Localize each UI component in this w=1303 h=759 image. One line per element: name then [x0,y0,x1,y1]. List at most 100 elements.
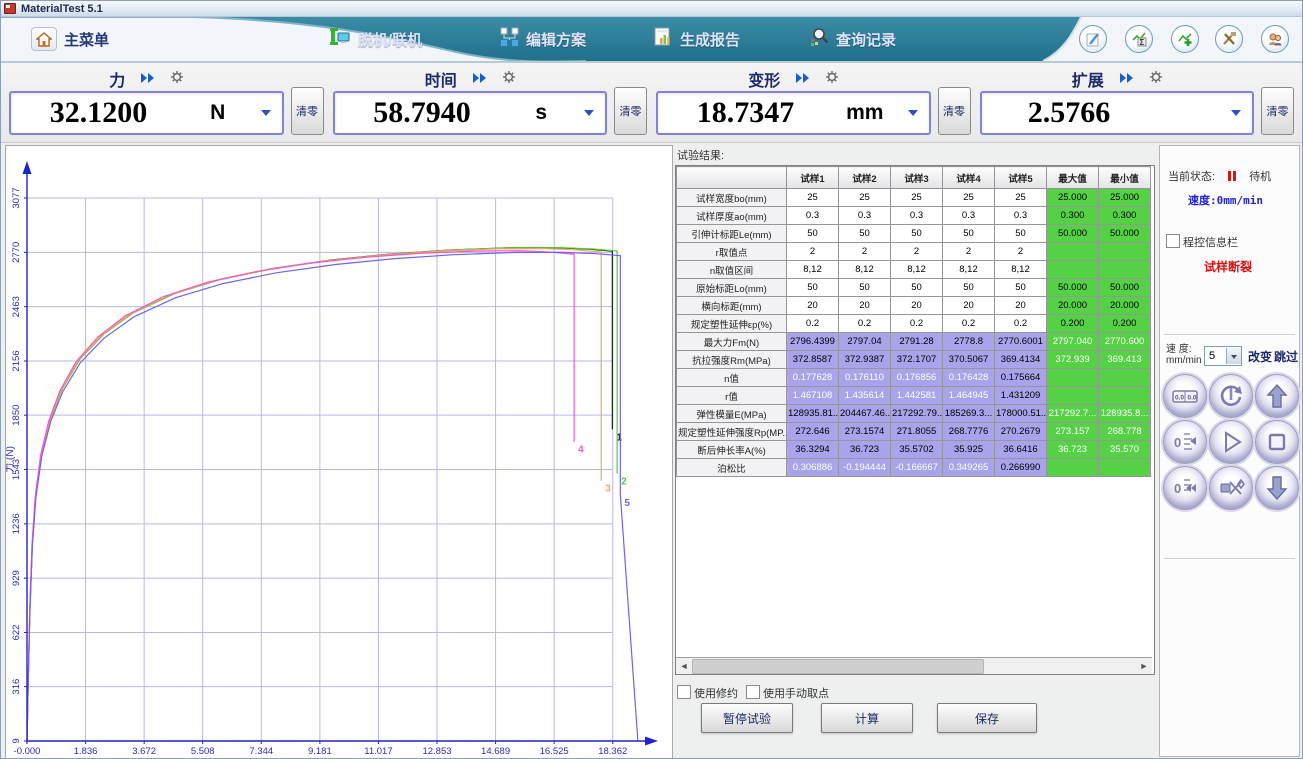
fast-forward-icon[interactable] [473,70,487,88]
stop-button[interactable] [1255,420,1299,464]
specimen-break-alert: 试样断裂 [1204,258,1252,275]
row-label: 原始标距Lo(mm) [677,279,787,297]
speed-select-value: 5 [1205,350,1226,362]
counter-reset-button[interactable]: 0.00.0 [1163,374,1207,418]
row-label: r值 [677,387,787,405]
cycle-return-button[interactable] [1209,374,1253,418]
curve-label: 3 [605,484,611,495]
deformation-unit-dropdown[interactable] [905,106,921,120]
skip-button[interactable]: 跳过 [1274,348,1298,365]
pause-test-button[interactable]: 暂停试验 [701,703,793,733]
add-data-icon[interactable] [1171,25,1199,53]
extension-unit-dropdown[interactable] [1228,106,1244,120]
table-row: 断后伸长率A(%)36.329436.72335.570235.92536.64… [677,441,1151,459]
value-cell: 178000.51... [995,405,1047,423]
row-label: r取值点 [677,243,787,261]
speed-select[interactable]: 5 [1204,346,1242,366]
min-cell: 35.570 [1099,441,1151,459]
users-icon[interactable] [1261,25,1289,53]
menu-query-records[interactable]: 查询记录 [809,17,896,61]
menu-online-offline[interactable]: 脱机/联机 [329,17,422,61]
svg-text:1850: 1850 [11,405,22,426]
value-cell: 1.442581 [891,387,943,405]
change-speed-button[interactable]: 改变 [1248,348,1272,365]
menu-main[interactable]: 主菜单 [31,17,109,61]
use-manual-point-label: 使用手动取点 [763,688,829,700]
force-clear-button[interactable]: 清零 [291,87,324,135]
value-cell: 35.925 [943,441,995,459]
max-cell [1047,243,1099,261]
scrollbar-thumb[interactable] [692,659,984,674]
extension-clear-button[interactable]: 清零 [1261,87,1294,135]
fast-forward-icon[interactable] [796,70,810,88]
deformation-clear-button[interactable]: 清零 [938,87,971,135]
table-header-row: 试样1试样2试样3试样4试样5最大值最小值 [677,167,1151,189]
min-cell: 2770.600 [1099,333,1151,351]
menu-generate-report[interactable]: 生成报告 [653,17,740,61]
table-row: r值1.4671081.4356141.4425811.4649451.4312… [677,387,1151,405]
column-header[interactable]: 试样5 [995,167,1047,189]
gear-icon[interactable] [171,70,183,88]
jog-up-button[interactable] [1255,374,1299,418]
column-header[interactable] [677,167,787,189]
value-cell: 0.176110 [839,369,891,387]
horizontal-scrollbar[interactable]: ◄ ► [676,657,1152,674]
statistics-sigma-icon[interactable]: Σ [1125,25,1153,53]
row-label: n取值区间 [677,261,787,279]
gear-icon[interactable] [826,70,838,88]
break-clamp-button[interactable] [1209,466,1253,510]
scroll-right-icon[interactable]: ► [1136,659,1152,674]
meter-force: 力 32.1200 N 清零 [9,68,324,135]
max-cell [1047,459,1099,477]
menu-online-offline-label: 脱机/联机 [358,29,422,50]
report-doc-icon [653,27,673,52]
column-header[interactable]: 试样2 [839,167,891,189]
fast-forward-icon[interactable] [1120,70,1134,88]
zero-position-button[interactable]: 0 [1163,420,1207,464]
scroll-left-icon[interactable]: ◄ [676,659,692,674]
min-cell: 50.000 [1099,279,1151,297]
edit-pencil-icon[interactable] [1079,25,1107,53]
force-unit-dropdown[interactable] [258,106,274,120]
min-cell [1099,369,1151,387]
start-play-button[interactable] [1209,420,1253,464]
current-state-value: 待机 [1249,171,1271,183]
value-cell: 25 [891,189,943,207]
time-unit-dropdown[interactable] [581,106,597,120]
jog-down-button[interactable] [1255,466,1299,510]
value-cell: 20 [891,297,943,315]
column-header[interactable]: 试样3 [891,167,943,189]
value-cell: 0.177628 [787,369,839,387]
results-title: 试验结果: [675,145,1157,166]
tools-locked-icon[interactable] [1215,25,1243,53]
value-cell: 25 [995,189,1047,207]
program-info-checkbox[interactable]: 程控信息栏 [1166,234,1238,250]
value-cell: 8,12 [839,261,891,279]
speed-select-dropdown-icon[interactable] [1226,348,1241,364]
calculate-button[interactable]: 计算 [821,703,913,733]
extension-display: 2.5766 [980,91,1255,135]
fast-forward-icon[interactable] [141,70,155,88]
title-bar: MaterialTest 5.1 [1,1,1302,17]
column-header[interactable]: 试样1 [787,167,839,189]
row-label: 引伸计标距Le(mm) [677,225,787,243]
use-manual-point-checkbox[interactable]: 使用手动取点 [746,685,829,701]
svg-text:11.017: 11.017 [364,746,392,756]
menu-edit-scheme[interactable]: 编辑方案 [499,17,586,61]
value-cell: 2 [839,243,891,261]
gear-icon[interactable] [503,70,515,88]
svg-text:16.525: 16.525 [540,746,569,756]
gear-icon[interactable] [1150,70,1162,88]
column-header[interactable]: 试样4 [943,167,995,189]
svg-text:2463: 2463 [11,296,22,317]
save-button[interactable]: 保存 [937,703,1037,733]
time-clear-button[interactable]: 清零 [614,87,647,135]
value-cell: 20 [995,297,1047,315]
menu-swoosh-decoration [1,17,1303,61]
column-header[interactable]: 最大值 [1047,167,1099,189]
value-cell: 128935.81... [787,405,839,423]
use-rounding-checkbox[interactable]: 使用修约 [677,685,738,701]
column-header[interactable]: 最小值 [1099,167,1151,189]
return-zero-fast-button[interactable]: 0 [1163,466,1207,510]
value-cell: 50 [891,225,943,243]
